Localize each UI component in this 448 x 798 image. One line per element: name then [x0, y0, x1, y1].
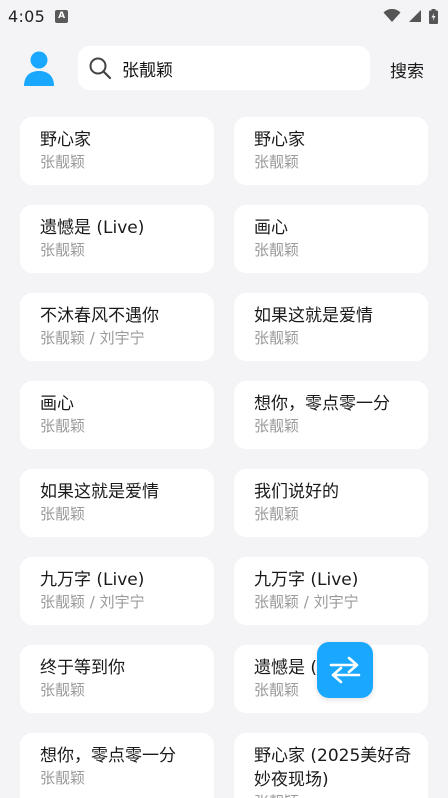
- search-box[interactable]: [78, 46, 370, 90]
- song-card[interactable]: 不沐春风不遇你 张靓颖 / 刘宇宁: [20, 293, 214, 361]
- song-title: 九万字 (Live): [40, 570, 145, 590]
- song-title: 画心: [254, 218, 288, 238]
- status-bar: 4:05 A: [0, 0, 448, 32]
- header: 搜索: [0, 46, 448, 90]
- song-card[interactable]: 画心 张靓颖: [20, 381, 214, 449]
- song-card[interactable]: 野心家 张靓颖: [20, 117, 214, 185]
- song-artist: 张靓颖: [254, 153, 300, 171]
- search-button[interactable]: 搜索: [390, 57, 424, 82]
- song-title: 想你，零点零一分: [40, 746, 176, 766]
- search-icon: [89, 57, 112, 80]
- song-card[interactable]: 我们说好的 张靓颖: [234, 469, 428, 537]
- song-artist: 张靓颖: [254, 329, 300, 347]
- search-input[interactable]: [122, 58, 342, 78]
- battery-icon: [429, 8, 438, 24]
- song-title: 我们说好的: [254, 482, 339, 502]
- song-title: 想你，零点零一分: [254, 394, 390, 414]
- song-artist: 张靓颖: [40, 417, 86, 435]
- song-card[interactable]: 野心家 (2025美好奇妙夜现场) 张靓颖: [234, 733, 428, 798]
- song-title: 野心家: [40, 130, 91, 150]
- song-title: 如果这就是爱情: [40, 482, 159, 502]
- song-card[interactable]: 九万字 (Live) 张靓颖 / 刘宇宁: [20, 557, 214, 625]
- song-artist: 张靓颖: [254, 792, 414, 798]
- song-card[interactable]: 想你，零点零一分 张靓颖: [234, 381, 428, 449]
- app-screen: 4:05 A 搜索: [0, 0, 448, 798]
- song-artist: 张靓颖: [254, 417, 300, 435]
- song-artist: 张靓颖: [40, 681, 86, 699]
- song-artist: 张靓颖: [40, 505, 86, 523]
- song-card[interactable]: 遗憾是 (Live) 张靓颖: [20, 205, 214, 273]
- song-artist: 张靓颖 / 刘宇宁: [254, 593, 359, 611]
- song-artist: 张靓颖: [40, 769, 86, 787]
- song-title: 野心家: [254, 130, 305, 150]
- song-title: 不沐春风不遇你: [40, 306, 159, 326]
- song-artist: 张靓颖 / 刘宇宁: [40, 593, 145, 611]
- song-artist: 张靓颖: [254, 505, 300, 523]
- status-icons: [383, 8, 438, 24]
- song-artist: 张靓颖: [40, 153, 86, 171]
- wifi-icon: [383, 9, 401, 22]
- song-card[interactable]: 终于等到你 张靓颖: [20, 645, 214, 713]
- cellular-signal-icon: [409, 10, 421, 22]
- song-card[interactable]: 想你，零点零一分 张靓颖: [20, 733, 214, 798]
- song-artist: 张靓颖 / 刘宇宁: [40, 329, 145, 347]
- status-time: 4:05: [8, 6, 46, 26]
- notification-icon: A: [55, 9, 69, 23]
- song-title: 九万字 (Live): [254, 570, 359, 590]
- swap-arrows-icon: [329, 656, 361, 684]
- song-card[interactable]: 野心家 张靓颖: [234, 117, 428, 185]
- song-artist: 张靓颖: [254, 241, 300, 259]
- song-card[interactable]: 画心 张靓颖: [234, 205, 428, 273]
- song-card[interactable]: 如果这就是爱情 张靓颖: [20, 469, 214, 537]
- song-title: 野心家 (2025美好奇妙夜现场): [254, 746, 412, 790]
- user-avatar-icon[interactable]: [22, 50, 56, 86]
- song-card[interactable]: 如果这就是爱情 张靓颖: [234, 293, 428, 361]
- song-title: 画心: [40, 394, 74, 414]
- swap-button[interactable]: [317, 642, 373, 698]
- song-card[interactable]: 九万字 (Live) 张靓颖 / 刘宇宁: [234, 557, 428, 625]
- song-artist: 张靓颖: [40, 241, 86, 259]
- song-title: 终于等到你: [40, 658, 125, 678]
- song-title: 遗憾是 (Live): [40, 218, 145, 238]
- song-title: 如果这就是爱情: [254, 306, 373, 326]
